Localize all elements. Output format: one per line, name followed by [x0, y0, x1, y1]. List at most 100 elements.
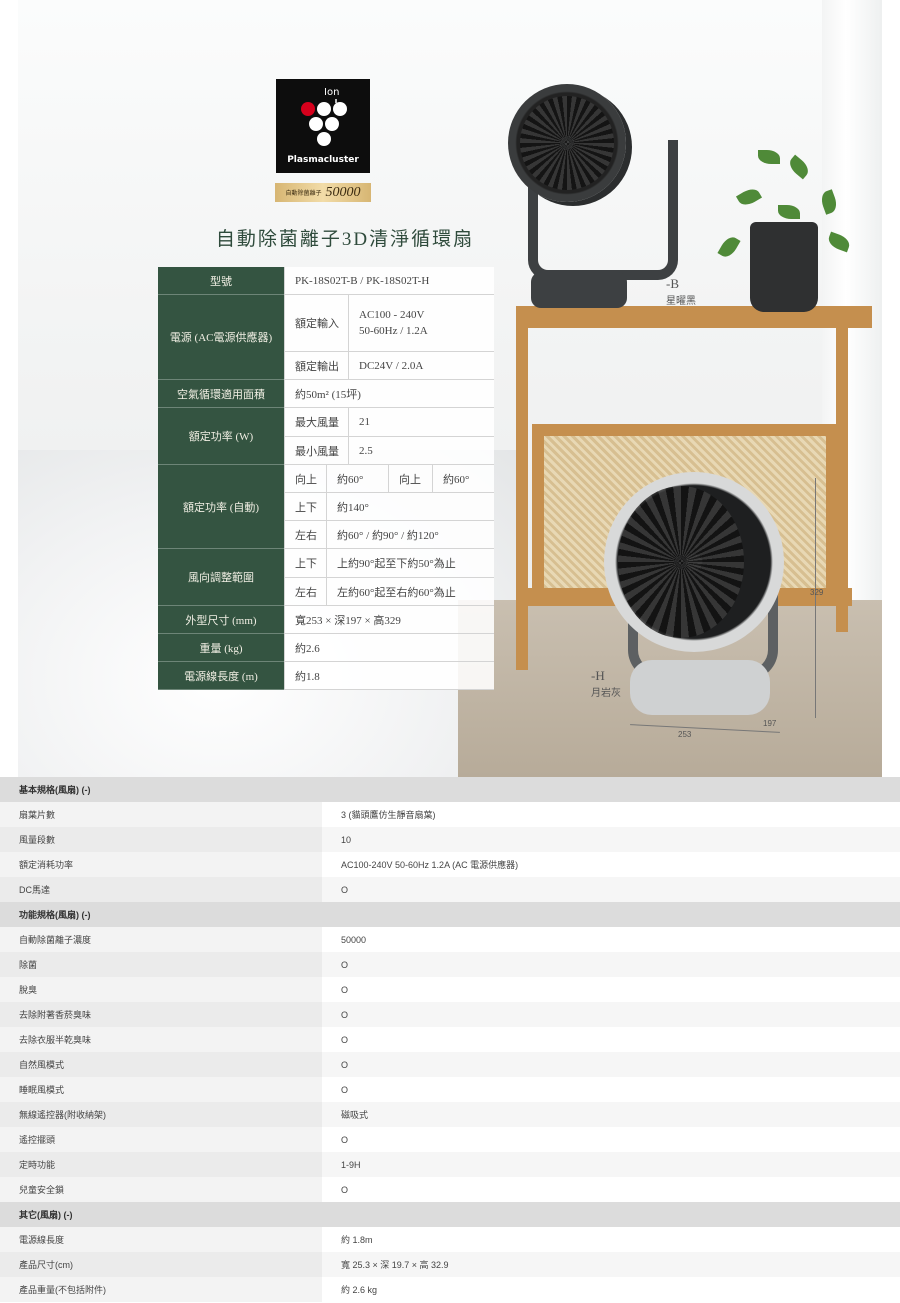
- row-key: 額定消耗功率: [0, 852, 322, 877]
- spec-weight-label: 重量 (kg): [158, 634, 284, 662]
- dimension-height: 329: [810, 588, 824, 597]
- spec-input-value-line2: 50-60Hz / 1.2A: [359, 325, 428, 337]
- row-key: 自然風模式: [0, 1052, 322, 1077]
- row-value: O: [322, 1002, 900, 1027]
- row-key: 電源線長度: [0, 1227, 322, 1252]
- section-header[interactable]: 其它(風扇) (-): [0, 1202, 900, 1227]
- shelf-leg-left: [516, 306, 528, 670]
- table-row: 電源線長度約 1.8m: [0, 1227, 900, 1252]
- spec-output-label: 額定輸出: [284, 352, 348, 380]
- row-value: 磁吸式: [322, 1102, 900, 1127]
- spec-watt-max-value: 21: [348, 408, 494, 437]
- ion-concentration-badge: 自動除菌離子 50000: [275, 183, 371, 202]
- variant-code: -B: [666, 276, 679, 291]
- spec-dir-label: 風向調整範圍: [158, 549, 284, 606]
- row-value: AC100-240V 50-60Hz 1.2A (AC 電源供應器): [322, 852, 900, 877]
- variant-name: 星曜黑: [666, 296, 696, 307]
- plant-leaf: [758, 150, 780, 164]
- table-row: 兒童安全鎖 O: [0, 1177, 900, 1202]
- spec-watt-min-label: 最小風量: [284, 437, 348, 465]
- row-key: 產品尺寸(cm): [0, 1252, 322, 1277]
- spec-auto-ud-value: 約140°: [326, 493, 494, 521]
- table-row: 睡眠風模式 O: [0, 1077, 900, 1102]
- row-key: 自動除菌離子濃度: [0, 927, 322, 952]
- row-key: 兒童安全鎖: [0, 1177, 322, 1202]
- variant-code: -H: [591, 668, 605, 683]
- hero-banner: Ion Plasmacluster 自動除菌離子 50000 自動除菌離子3D清…: [18, 0, 882, 777]
- table-row: DC馬達 O: [0, 877, 900, 902]
- spec-table: 基本規格(風扇) (-) 扇葉片數 3 (貓頭鷹仿生靜音扇葉) 風量段數 10 額定…: [0, 777, 900, 1302]
- table-row: 產品尺寸(cm) 寬 25.3 × 深 19.7 × 高 32.9: [0, 1252, 900, 1277]
- row-value: 約 2.6 kg: [322, 1277, 900, 1302]
- table-row: 自動除菌離子濃度 50000: [0, 927, 900, 952]
- fan-light-stand: [630, 660, 770, 715]
- plant-leaf: [735, 185, 763, 209]
- plasmacluster-logo: Ion Plasmacluster: [276, 79, 370, 173]
- logo-wordmark: Plasmacluster: [287, 155, 359, 165]
- spec-size-label: 外型尺寸 (mm): [158, 606, 284, 634]
- row-key: DC馬達: [0, 877, 322, 902]
- table-row: 扇葉片數 3 (貓頭鷹仿生靜音扇葉): [0, 802, 900, 827]
- variant-grey: -H 月岩灰: [591, 668, 621, 699]
- logo-ion-text: Ion: [324, 87, 340, 98]
- plant-pot: [750, 222, 818, 312]
- spec-size-value: 寬253 × 深197 × 高329: [284, 606, 494, 634]
- row-value: O: [322, 1027, 900, 1052]
- table-row: 脫臭 O: [0, 977, 900, 1002]
- fan-light-head: [604, 472, 784, 652]
- row-value: 1-9H: [322, 1152, 900, 1177]
- table-row: 定時功能 1-9H: [0, 1152, 900, 1177]
- badge-label: 自動除菌離子: [285, 191, 322, 197]
- table-row: 產品重量(不包括附件) 約 2.6 kg: [0, 1277, 900, 1302]
- table-row: 額定消耗功率 AC100-240V 50-60Hz 1.2A (AC 電源供應器): [0, 852, 900, 877]
- table-row: 自然風模式 O: [0, 1052, 900, 1077]
- plant-leaf: [717, 233, 741, 261]
- table-row: 去除衣服半乾臭味 O: [0, 1027, 900, 1052]
- section-header[interactable]: 功能規格(風扇) (-): [0, 902, 900, 927]
- table-row: 去除附著香菸臭味 O: [0, 1002, 900, 1027]
- row-value: O: [322, 1127, 900, 1152]
- spec-dir-lr-label: 左右: [284, 578, 326, 606]
- row-key: 去除附著香菸臭味: [0, 1002, 322, 1027]
- row-value: 寬 25.3 × 深 19.7 × 高 32.9: [322, 1252, 900, 1277]
- product-title: 自動除菌離子3D清淨循環扇: [215, 229, 475, 250]
- row-value: O: [322, 1077, 900, 1102]
- row-key: 脫臭: [0, 977, 322, 1002]
- row-key: 除菌: [0, 952, 322, 977]
- spec-watt-label: 額定功率 (W): [158, 408, 284, 465]
- plant-leaf: [786, 154, 812, 180]
- row-value: O: [322, 977, 900, 1002]
- spec-model-label: 型號: [158, 267, 284, 295]
- row-value: 10: [322, 827, 900, 852]
- spec-auto-up-label-2: 向上: [388, 465, 432, 493]
- spec-watt-min-value: 2.5: [348, 437, 494, 465]
- spec-cord-value: 約1.8: [284, 662, 494, 690]
- row-value: 約 1.8m: [322, 1227, 900, 1252]
- spec-cord-label: 電源線長度 (m): [158, 662, 284, 690]
- spec-output-value: DC24V / 2.0A: [348, 352, 494, 380]
- row-value: O: [322, 1177, 900, 1202]
- spec-auto-lr-label: 左右: [284, 521, 326, 549]
- table-row: 除菌 O: [0, 952, 900, 977]
- dimension-depth: 197: [763, 719, 777, 728]
- spec-dir-ud-label: 上下: [284, 549, 326, 578]
- row-value: O: [322, 952, 900, 977]
- spec-auto-label: 額定功率 (自動): [158, 465, 284, 549]
- fan-grille-icon: [618, 486, 745, 638]
- plant-leaf: [778, 205, 800, 219]
- row-key: 無線遙控器(附收納架): [0, 1102, 322, 1127]
- row-value: O: [322, 1052, 900, 1077]
- section-header[interactable]: 基本規格(風扇) (-): [0, 777, 900, 802]
- row-key: 遙控擺頭: [0, 1127, 322, 1152]
- spec-watt-max-label: 最大風量: [284, 408, 348, 437]
- grape-dots-icon: [301, 99, 347, 146]
- variant-name: 月岩灰: [591, 688, 621, 699]
- table-row: 無線遙控器(附收納架) 磁吸式: [0, 1102, 900, 1127]
- table-row: 遙控擺頭 O: [0, 1127, 900, 1152]
- fan-dark-stand: [531, 272, 627, 308]
- row-key: 產品重量(不包括附件): [0, 1277, 322, 1302]
- dimension-height-line: [815, 478, 816, 718]
- spec-auto-up-value: 約60°: [326, 465, 388, 493]
- badge-value: 50000: [325, 184, 361, 200]
- spec-auto-ud-label: 上下: [284, 493, 326, 521]
